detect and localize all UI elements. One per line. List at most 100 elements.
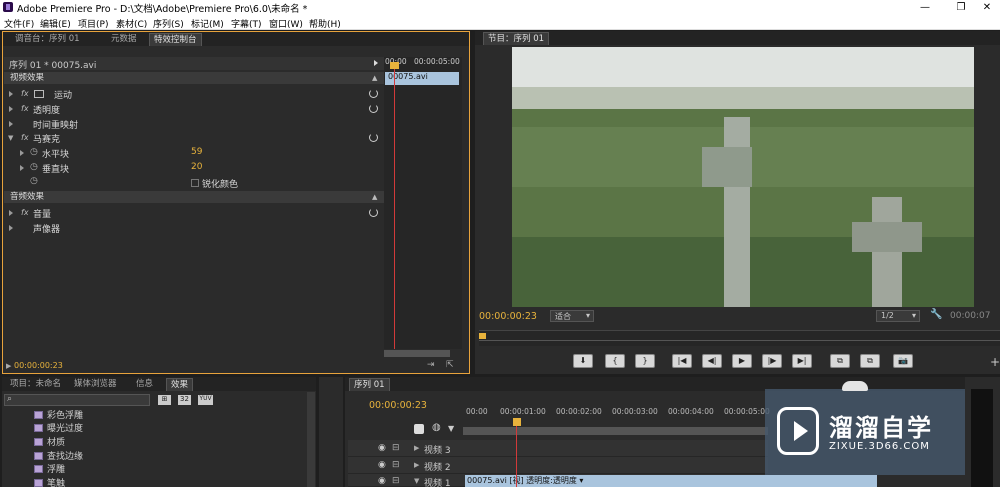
effect-list-item[interactable]: 查找边缘	[34, 449, 83, 462]
eye-icon[interactable]: ◉	[378, 443, 386, 453]
lock-icon[interactable]: ⊟	[392, 443, 400, 453]
expand-time-remap-icon[interactable]	[9, 121, 13, 127]
tab-audio-mixer[interactable]: 调音台：序列 01	[11, 33, 84, 46]
expand-panner-icon[interactable]	[9, 225, 13, 231]
tab-sequence[interactable]: 序列 01	[349, 378, 390, 391]
effect-mosaic[interactable]: 马赛克	[33, 132, 60, 145]
add-button-icon[interactable]: +	[990, 355, 1000, 369]
ec-timecode[interactable]: 00:00:00:23	[14, 361, 63, 370]
playhead-line[interactable]	[394, 65, 395, 349]
expand-horizontal-icon[interactable]	[20, 150, 24, 156]
snap-icon[interactable]	[414, 424, 424, 434]
horizontal-blocks-value[interactable]: 59	[191, 147, 202, 157]
fx-badge[interactable]: fx	[21, 208, 29, 217]
menu-help[interactable]: 帮助(H)	[309, 17, 341, 30]
32bit-effects-button[interactable]: 32	[178, 395, 191, 405]
effect-volume[interactable]: 音量	[33, 207, 51, 220]
expand-volume-icon[interactable]	[9, 210, 13, 216]
close-button[interactable]: ✕	[972, 0, 1000, 15]
timeline-clip[interactable]: 00075.avi [视] 透明度:透明度 ▾	[465, 475, 877, 487]
reset-icon[interactable]	[369, 208, 378, 217]
eye-icon[interactable]: ◉	[378, 460, 386, 470]
reset-icon[interactable]	[369, 133, 378, 142]
timeline-playhead-icon[interactable]	[513, 418, 521, 426]
tab-program[interactable]: 节目：序列 01	[483, 32, 550, 45]
vertical-blocks-value[interactable]: 20	[191, 162, 202, 172]
collapse-up-icon[interactable]: ▲	[372, 74, 377, 82]
sharpen-colors-checkbox[interactable]	[191, 179, 199, 187]
fx-badge[interactable]: fx	[21, 104, 29, 113]
program-scrubber[interactable]	[479, 330, 1000, 346]
tab-info[interactable]: 信息	[132, 378, 157, 391]
ec-scrollbar[interactable]	[384, 350, 450, 357]
tab-effects[interactable]: 效果	[166, 378, 194, 391]
menu-file[interactable]: 文件(F)	[4, 17, 34, 30]
playhead-marker-icon[interactable]	[390, 62, 399, 69]
expand-motion-icon[interactable]	[9, 91, 13, 97]
stopwatch-icon[interactable]: ◷	[30, 162, 38, 172]
effect-list-item[interactable]: 笔触	[34, 476, 65, 487]
effect-list-item[interactable]: 材质	[34, 435, 65, 448]
track-video-2[interactable]: ◉ ⊟ ▶ 视频 2	[348, 457, 768, 474]
menu-edit[interactable]: 编辑(E)	[40, 17, 71, 30]
menu-project[interactable]: 项目(P)	[78, 17, 108, 30]
effects-scrollbar[interactable]	[307, 392, 315, 487]
play-button[interactable]: ▶	[732, 354, 752, 368]
timeline-playhead-line[interactable]	[516, 426, 517, 487]
scrubber-playhead-icon[interactable]	[479, 333, 486, 339]
effects-search-input[interactable]: ⌕	[4, 394, 150, 406]
effect-list-item[interactable]: 浮雕	[34, 462, 65, 475]
step-forward-button[interactable]: |▶	[762, 354, 782, 368]
filter-icon[interactable]: ⇥	[427, 360, 435, 370]
yuv-effects-button[interactable]: YUV	[198, 395, 213, 405]
effect-opacity[interactable]: 透明度	[33, 103, 60, 116]
fx-badge[interactable]: fx	[21, 133, 29, 142]
tab-project[interactable]: 项目：未命名	[6, 378, 65, 391]
expand-vertical-icon[interactable]	[20, 165, 24, 171]
resolution-dropdown[interactable]: 1/2 ▾	[876, 310, 920, 322]
go-to-out-button[interactable]: ▶|	[792, 354, 812, 368]
marker-icon[interactable]: ▼	[448, 424, 454, 433]
transform-icon[interactable]	[34, 90, 44, 98]
go-to-in-button[interactable]: |◀	[672, 354, 692, 368]
lift-button[interactable]: ⧉	[830, 354, 850, 368]
collapse-mosaic-icon[interactable]: ▼	[8, 134, 13, 142]
wrench-icon[interactable]: 🔧	[930, 309, 942, 320]
stopwatch-icon[interactable]: ◷	[30, 176, 38, 186]
effect-list-item[interactable]: 曝光过度	[34, 421, 83, 434]
play-icon[interactable]: ▶	[6, 362, 11, 370]
work-area-bar[interactable]	[463, 427, 768, 435]
timeline-ruler[interactable]: 00:00 00:00:01:00 00:00:02:00 00:00:03:0…	[463, 405, 770, 419]
effect-controls-timeline[interactable]: 00:00 00:00:05:00 00075.avi	[384, 57, 462, 349]
lock-icon[interactable]: ⊟	[392, 476, 400, 486]
add-marker-button[interactable]: ⬇	[573, 354, 593, 368]
extract-button[interactable]: ⧉	[860, 354, 880, 368]
stopwatch-icon[interactable]: ◷	[30, 147, 38, 157]
expand-opacity-icon[interactable]	[9, 106, 13, 112]
menu-marker[interactable]: 标记(M)	[191, 17, 224, 30]
menu-clip[interactable]: 素材(C)	[116, 17, 147, 30]
tab-effect-controls[interactable]: 特效控制台	[149, 33, 202, 46]
mark-in-button[interactable]: {	[605, 354, 625, 368]
reset-icon[interactable]	[369, 89, 378, 98]
minimize-button[interactable]: —	[910, 0, 940, 15]
expand-track-icon[interactable]: ▶	[414, 444, 419, 452]
menu-sequence[interactable]: 序列(S)	[153, 17, 184, 30]
collapse-track-icon[interactable]: ▼	[414, 477, 419, 485]
effect-list-item[interactable]: 彩色浮雕	[34, 408, 83, 421]
tab-metadata[interactable]: 元数据	[107, 33, 141, 46]
track-video-3[interactable]: ◉ ⊟ ▶ 视频 3	[348, 440, 768, 457]
program-video-frame[interactable]	[512, 47, 974, 307]
effect-time-remap[interactable]: 时间重映射	[33, 118, 78, 131]
tab-media-browser[interactable]: 媒体浏览器	[70, 378, 121, 391]
program-timecode[interactable]: 00:00:00:23	[479, 311, 537, 322]
lock-icon[interactable]: ⊟	[392, 460, 400, 470]
eye-icon[interactable]: ◉	[378, 476, 386, 486]
export-icon[interactable]: ⇱	[446, 360, 454, 370]
ec-clip-chip[interactable]: 00075.avi	[385, 72, 459, 85]
collapse-up-icon[interactable]: ▲	[372, 193, 377, 201]
export-frame-button[interactable]: 📷	[893, 354, 913, 368]
expand-track-icon[interactable]: ▶	[414, 461, 419, 469]
fit-dropdown[interactable]: 适合 ▾	[550, 310, 594, 322]
timeline-timecode[interactable]: 00:00:00:23	[369, 400, 427, 411]
